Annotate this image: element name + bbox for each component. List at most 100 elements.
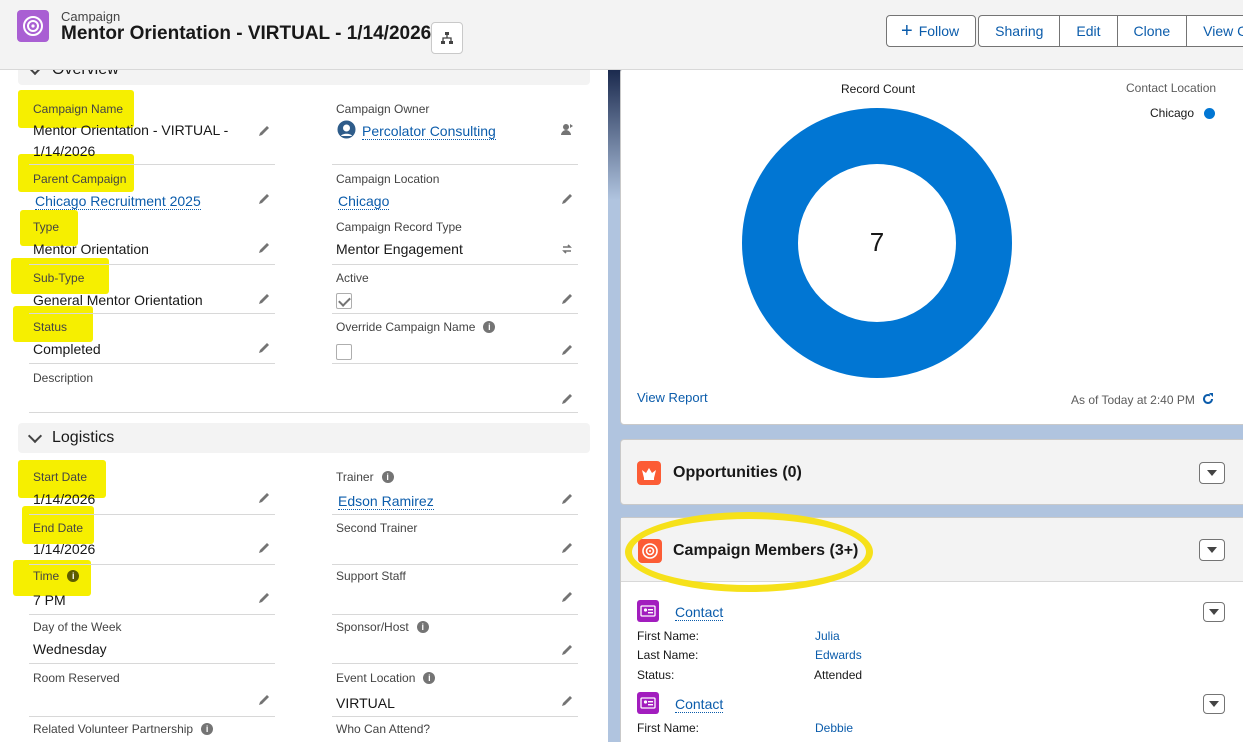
field-divider [29,716,275,717]
field-label-text: Event Location [336,671,416,685]
pencil-icon[interactable] [560,392,574,406]
parent-campaign-field: Parent Campaign Chicago Recruitment 2025 [29,172,275,215]
donut-chart[interactable]: 7 [734,106,1024,380]
opportunities-menu-button[interactable] [1199,462,1225,484]
first-name-value[interactable]: Julia [815,629,840,643]
field-label: Parent Campaign [33,172,127,186]
campaign-owner-link[interactable]: Percolator Consulting [362,123,496,140]
member-record-link[interactable]: Contact [675,696,724,713]
refresh-icon[interactable] [1201,392,1215,406]
field-label: End Date [33,521,84,535]
chevron-down-icon [1209,701,1219,707]
field-value: Wednesday [33,641,107,657]
pencil-icon[interactable] [257,693,271,707]
object-label: Campaign [61,9,121,24]
field-label: Second Trainer [336,521,418,535]
field-label: Status [33,320,68,334]
sharing-button[interactable]: Sharing [978,15,1061,47]
follow-button[interactable]: + Follow [886,15,977,47]
view-button[interactable]: View Ca [1187,15,1243,47]
field-value: Mentor Orientation [33,241,149,257]
record-header: Campaign Mentor Orientation - VIRTUAL - … [0,0,1243,70]
pencil-icon[interactable] [560,694,574,708]
pencil-icon[interactable] [560,643,574,657]
support-staff-field: Support Staff [332,569,578,615]
field-label-text: Related Volunteer Partnership [33,722,194,736]
last-name-value[interactable]: Edwards [815,648,862,662]
event-location-field: Event Location i VIRTUAL [332,671,578,717]
parent-campaign-link[interactable]: Chicago Recruitment 2025 [35,193,201,210]
field-label: Description [33,371,94,385]
chevron-down-icon [1207,547,1217,553]
pencil-icon[interactable] [560,541,574,555]
pencil-icon[interactable] [257,491,271,505]
field-value: 1/14/2026 [33,491,96,507]
active-checkbox[interactable] [336,293,352,309]
field-divider [332,514,578,515]
overview-section-toggle[interactable]: Overview [18,70,590,85]
field-label: Type [33,220,60,234]
field-label-text: Override Campaign Name [336,320,476,334]
override-name-checkbox[interactable] [336,344,352,360]
logistics-section-toggle[interactable]: Logistics [18,423,590,453]
campaign-name-field: Campaign Name Mentor Orientation - VIRTU… [29,102,275,165]
field-divider [332,164,578,165]
field-label: Sub-Type [33,271,85,285]
edit-button[interactable]: Edit [1060,15,1118,47]
pencil-icon[interactable] [560,492,574,506]
override-name-field: Override Campaign Name i [332,320,578,364]
pencil-icon[interactable] [560,292,574,306]
change-record-type-icon[interactable] [560,242,574,256]
pencil-icon[interactable] [257,341,271,355]
status-label: Status: [637,668,675,682]
pencil-icon[interactable] [560,343,574,357]
follow-label: Follow [918,23,960,39]
status-value: Attended [814,668,863,682]
field-label: Room Reserved [33,671,120,685]
info-icon[interactable]: i [423,672,436,684]
campaign-members-menu-button[interactable] [1199,539,1225,561]
clone-button[interactable]: Clone [1117,15,1188,47]
pencil-icon[interactable] [257,124,271,138]
info-icon[interactable]: i [381,471,394,483]
trainer-link[interactable]: Edson Ramirez [338,493,434,510]
status-field: Status Completed [29,320,275,364]
pencil-icon[interactable] [257,292,271,306]
related-panel: Record Count Contact Location Chicago 7 … [608,70,1243,742]
member-record-link[interactable]: Contact [675,604,724,621]
info-icon[interactable]: i [416,621,429,633]
who-can-attend-field: Who Can Attend? [332,722,578,742]
start-date-field: Start Date 1/14/2026 [29,470,275,515]
first-name-value[interactable]: Debbie [815,721,853,735]
field-divider [29,514,275,515]
view-hierarchy-button[interactable] [431,22,463,54]
field-value: Mentor Orientation - VIRTUAL - 1/14/2026 [33,122,229,159]
pencil-icon[interactable] [560,590,574,604]
record-type-field: Campaign Record Type Mentor Engagement [332,220,578,265]
pencil-icon[interactable] [257,541,271,555]
campaign-location-link[interactable]: Chicago [338,193,390,210]
field-label: Trainer i [336,470,394,484]
info-icon[interactable]: i [67,570,80,582]
view-report-link[interactable]: View Report [637,390,708,405]
info-icon[interactable]: i [483,321,496,333]
opportunities-title[interactable]: Opportunities (0) [673,464,802,482]
field-label: Related Volunteer Partnership i [33,722,214,736]
chevron-down-icon [1207,470,1217,476]
pencil-icon[interactable] [257,192,271,206]
member-row-menu-button[interactable] [1203,694,1225,714]
field-divider [29,614,275,615]
field-label: Start Date [33,470,88,484]
field-label-text: Time [33,569,60,583]
pencil-icon[interactable] [257,591,271,605]
field-label: Campaign Record Type [336,220,462,234]
field-divider [332,564,578,565]
change-owner-icon[interactable] [560,122,574,136]
info-icon[interactable]: i [201,723,214,735]
field-divider [332,663,578,664]
pencil-icon[interactable] [257,241,271,255]
member-row-menu-button[interactable] [1203,602,1225,622]
record-title: Mentor Orientation - VIRTUAL - 1/14/2026 [61,23,432,44]
field-label: Day of the Week [33,620,122,634]
pencil-icon[interactable] [560,192,574,206]
